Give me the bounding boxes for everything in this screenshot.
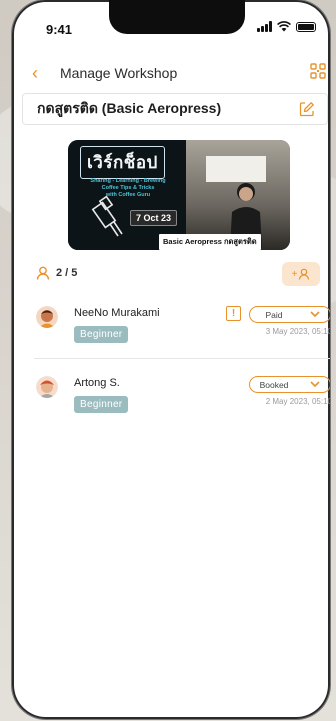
workshop-title-bar: กดสูตรติด (Basic Aeropress) (22, 93, 328, 125)
wifi-icon (277, 21, 291, 32)
battery-icon (296, 21, 316, 32)
divider (34, 358, 330, 359)
chevron-left-icon[interactable]: ‹ (32, 63, 52, 84)
status-label: Booked (259, 379, 289, 390)
avatar (36, 306, 58, 328)
level-badge: Beginner (74, 326, 129, 343)
banner-date: 7 Oct 23 (130, 210, 178, 226)
participant-name: NeeNo Murakami (74, 307, 160, 319)
chevron-down-icon (310, 381, 320, 388)
user-icon (36, 266, 50, 280)
banner-label: เวิร์กช็อป (80, 146, 165, 179)
status-label: Paid (265, 309, 283, 320)
banner-caption: Basic Aeropress กดสูตรติด (159, 234, 261, 250)
edit-icon[interactable] (299, 101, 315, 117)
status-time: 9:41 (46, 22, 73, 37)
status-icons (257, 21, 316, 32)
alert-icon[interactable]: ! (226, 306, 241, 321)
participant-name: Artong S. (74, 377, 120, 389)
chevron-down-icon (310, 311, 320, 318)
phone-frame: 9:41 ‹ Manage Workshop กดสูตรติด (Basic … (12, 0, 330, 719)
registration-date: 2 May 2023, 05:10 (265, 397, 330, 406)
level-badge: Beginner (74, 396, 129, 413)
participant-row[interactable]: Artong S. Beginner Booked 2 May 2023, 05… (36, 372, 330, 428)
payment-status-dropdown[interactable]: Paid (249, 306, 330, 323)
header: ‹ Manage Workshop (32, 62, 330, 84)
participant-row[interactable]: NeeNo Murakami Beginner ! Paid 3 May 202… (36, 302, 330, 358)
workshop-name: กดสูตรติด (Basic Aeropress) (37, 100, 222, 116)
payment-status-dropdown[interactable]: Booked (249, 376, 330, 393)
participant-count: 2 / 5 (56, 267, 78, 279)
aeropress-illustration (91, 195, 123, 237)
qr-scan-icon[interactable] (309, 62, 327, 80)
workshop-banner-image: เวิร์กช็อป Sharing - Learning - Brewing … (68, 140, 290, 250)
signal-icon (257, 21, 272, 32)
page-title: Manage Workshop (60, 65, 178, 81)
notch (109, 0, 245, 34)
plus-icon: + (291, 268, 298, 280)
registration-date: 3 May 2023, 05:10 (265, 327, 330, 336)
add-user-icon (299, 268, 310, 280)
avatar (36, 376, 58, 398)
add-participant-button[interactable]: + (282, 262, 320, 286)
participants-header: 2 / 5 + (36, 262, 330, 288)
